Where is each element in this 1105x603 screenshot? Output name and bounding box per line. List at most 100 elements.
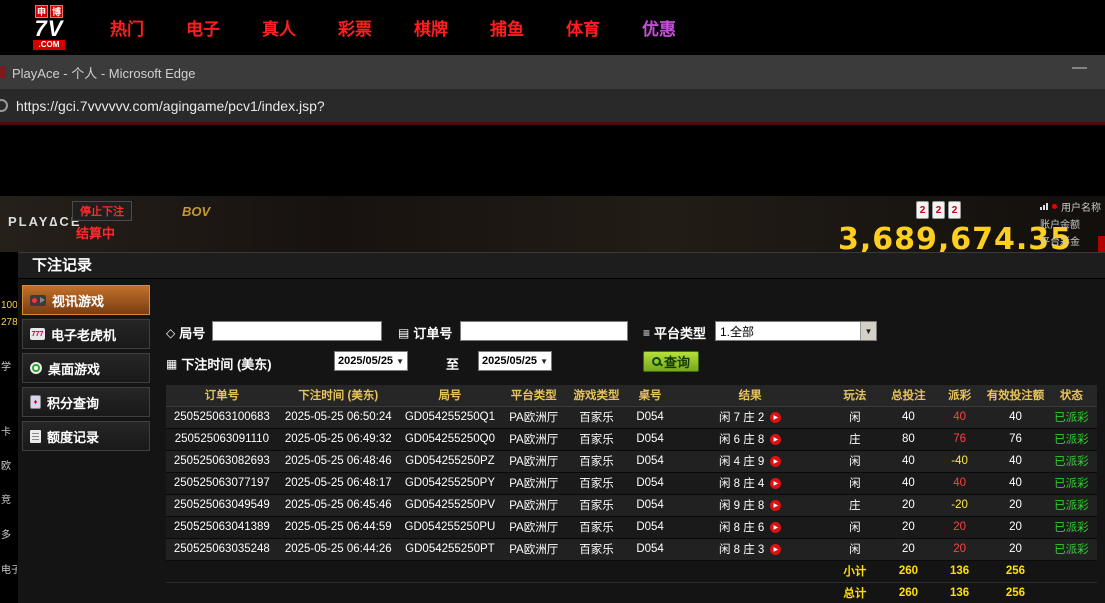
diamond-icon: ◇ — [166, 326, 175, 340]
search-button[interactable]: 查询 — [643, 351, 699, 372]
sidebar-item-live-games[interactable]: 视讯游戏 — [22, 285, 150, 315]
video-camera-icon — [30, 295, 46, 306]
cell-round-number: GD054255250Q1 — [399, 406, 501, 428]
column-header: 有效投注额 — [985, 385, 1046, 406]
result-play-icon[interactable] — [770, 522, 781, 533]
cell-bet-time: 2025-05-25 06:48:17 — [278, 472, 399, 494]
table-row: 250525063082693 2025-05-25 06:48:46 GD05… — [166, 450, 1097, 472]
round-number-input[interactable] — [212, 321, 382, 341]
cell-order-number: 250525063041389 — [166, 516, 278, 538]
cell-valid-bet: 20 — [985, 516, 1046, 538]
cell-game-type: 百家乐 — [566, 538, 627, 560]
cell-total-bet: 20 — [883, 494, 934, 516]
cell-round-number: GD054255250Q0 — [399, 428, 501, 450]
main-menu: 热门 电子 真人 彩票 棋牌 捕鱼 体育 优惠 — [110, 15, 676, 40]
site-nav: 申 博 7V .COM 热门 电子 真人 彩票 棋牌 捕鱼 体育 优惠 — [0, 0, 1105, 55]
cell-bet-time: 2025-05-25 06:50:24 — [278, 406, 399, 428]
table-header: 订单号 下注时间 (美东) 局号 平台类型 游戏类型 桌号 结果 玩法 总投注 … — [166, 385, 1097, 406]
site-logo[interactable]: 申 博 7V .COM — [18, 5, 80, 50]
cell-result: 闲 9 庄 8 — [673, 494, 827, 516]
nav-item-sports[interactable]: 体育 — [566, 15, 600, 40]
order-number-input[interactable] — [460, 321, 628, 341]
cell-platform-type: PA欧洲厅 — [501, 406, 566, 428]
result-text: 闲 8 庄 4 — [719, 475, 764, 491]
cell-status: 已派彩 — [1046, 494, 1097, 516]
result-text: 闲 7 庄 2 — [719, 409, 764, 425]
cell-valid-bet: 76 — [985, 428, 1046, 450]
result-play-icon[interactable] — [770, 434, 781, 445]
magnifier-icon — [652, 357, 661, 366]
jackpot-amount: 3,689,674.35 — [838, 222, 1072, 252]
platform-type-label: ≡ 平台类型 — [643, 323, 706, 342]
cell-bet-time: 2025-05-25 06:48:46 — [278, 450, 399, 472]
filter-row-2: ▦ 下注时间 (美东) 2025/05/25 至 2025/05/25 查询 — [166, 351, 1097, 373]
minimize-button[interactable]: — — [1072, 59, 1087, 76]
result-play-icon[interactable] — [770, 456, 781, 467]
account-info: 用户名称 账户余额 平台彩金 — [1040, 199, 1101, 248]
cell-status: 已派彩 — [1046, 538, 1097, 560]
result-play-icon[interactable] — [770, 544, 781, 555]
platform-type-select[interactable]: 1.全部 — [715, 321, 877, 341]
left-edge-fragment: 欧 — [1, 457, 17, 472]
sidebar-item-points-query[interactable]: 积分查询 — [22, 387, 150, 417]
panel-content: ◇ 局号 ▤ 订单号 ≡ 平台类型 1.全部 — [166, 285, 1097, 603]
nav-item-slots[interactable]: 电子 — [186, 15, 220, 40]
calendar-icon: ▦ — [166, 357, 177, 371]
cell-payout: -20 — [934, 494, 985, 516]
playace-logo: PLAY∆CE — [8, 214, 82, 229]
nav-item-cards[interactable]: 棋牌 — [414, 15, 448, 40]
nav-item-live[interactable]: 真人 — [262, 15, 296, 40]
list-icon: ≡ — [643, 326, 650, 340]
cell-table-number: D054 — [627, 538, 674, 560]
cell-play-type: 闲 — [827, 406, 883, 428]
nav-item-hot[interactable]: 热门 — [110, 15, 144, 40]
column-header: 桌号 — [627, 385, 674, 406]
bet-table-wrap: 订单号 下注时间 (美东) 局号 平台类型 游戏类型 桌号 结果 玩法 总投注 … — [166, 385, 1097, 603]
total-payout: 136 — [934, 582, 985, 603]
side-notification-tab[interactable] — [1098, 236, 1105, 252]
result-text: 闲 4 庄 9 — [719, 453, 764, 469]
clipboard-icon: ▤ — [398, 326, 409, 340]
window-titlebar: PlayAce - 个人 - Microsoft Edge — — [0, 55, 1105, 89]
column-header: 订单号 — [166, 385, 278, 406]
nav-item-fishing[interactable]: 捕鱼 — [490, 15, 524, 40]
cell-total-bet: 40 — [883, 450, 934, 472]
cell-platform-type: PA欧洲厅 — [501, 516, 566, 538]
cell-total-bet: 40 — [883, 406, 934, 428]
date-to-select[interactable]: 2025/05/25 — [478, 351, 552, 371]
cell-payout: 40 — [934, 406, 985, 428]
result-play-icon[interactable] — [770, 412, 781, 423]
sidebar-item-label: 视讯游戏 — [52, 291, 104, 310]
sidebar-item-slot-machines[interactable]: 电子老虎机 — [22, 319, 150, 349]
url-text[interactable]: https://gci.7vvvvvv.com/agingame/pcv1/in… — [16, 98, 325, 114]
cell-payout: 40 — [934, 472, 985, 494]
total-row: 总计 260 136 256 — [166, 582, 1097, 603]
settling-label: 结算中 — [76, 223, 115, 242]
cell-table-number: D054 — [627, 428, 674, 450]
total-valid: 256 — [985, 582, 1046, 603]
nav-item-lottery[interactable]: 彩票 — [338, 15, 372, 40]
column-header: 游戏类型 — [566, 385, 627, 406]
result-play-icon[interactable] — [770, 478, 781, 489]
balance-label: 账户余额 — [1040, 216, 1080, 231]
notification-dot-icon — [1052, 204, 1057, 209]
cell-result: 闲 4 庄 9 — [673, 450, 827, 472]
playing-card: 2 — [916, 201, 929, 219]
stop-betting-label: 停止下注 — [72, 201, 132, 221]
signal-icon — [1040, 203, 1048, 210]
app-favicon-icon — [0, 66, 6, 78]
round-number-label: ◇ 局号 — [166, 323, 205, 342]
cell-order-number: 250525063035248 — [166, 538, 278, 560]
dropdown-arrow-icon[interactable] — [860, 322, 876, 340]
column-header: 平台类型 — [501, 385, 566, 406]
reload-icon[interactable] — [0, 99, 8, 112]
cell-status: 已派彩 — [1046, 428, 1097, 450]
logo-domain: .COM — [33, 40, 66, 50]
nav-item-promos[interactable]: 优惠 — [642, 15, 676, 40]
sidebar-item-label: 额度记录 — [47, 427, 99, 446]
date-from-select[interactable]: 2025/05/25 — [334, 351, 408, 371]
sidebar-item-table-games[interactable]: 桌面游戏 — [22, 353, 150, 383]
sidebar-item-quota-records[interactable]: 额度记录 — [22, 421, 150, 451]
date-to-value: 2025/05/25 — [482, 355, 537, 367]
result-play-icon[interactable] — [770, 500, 781, 511]
